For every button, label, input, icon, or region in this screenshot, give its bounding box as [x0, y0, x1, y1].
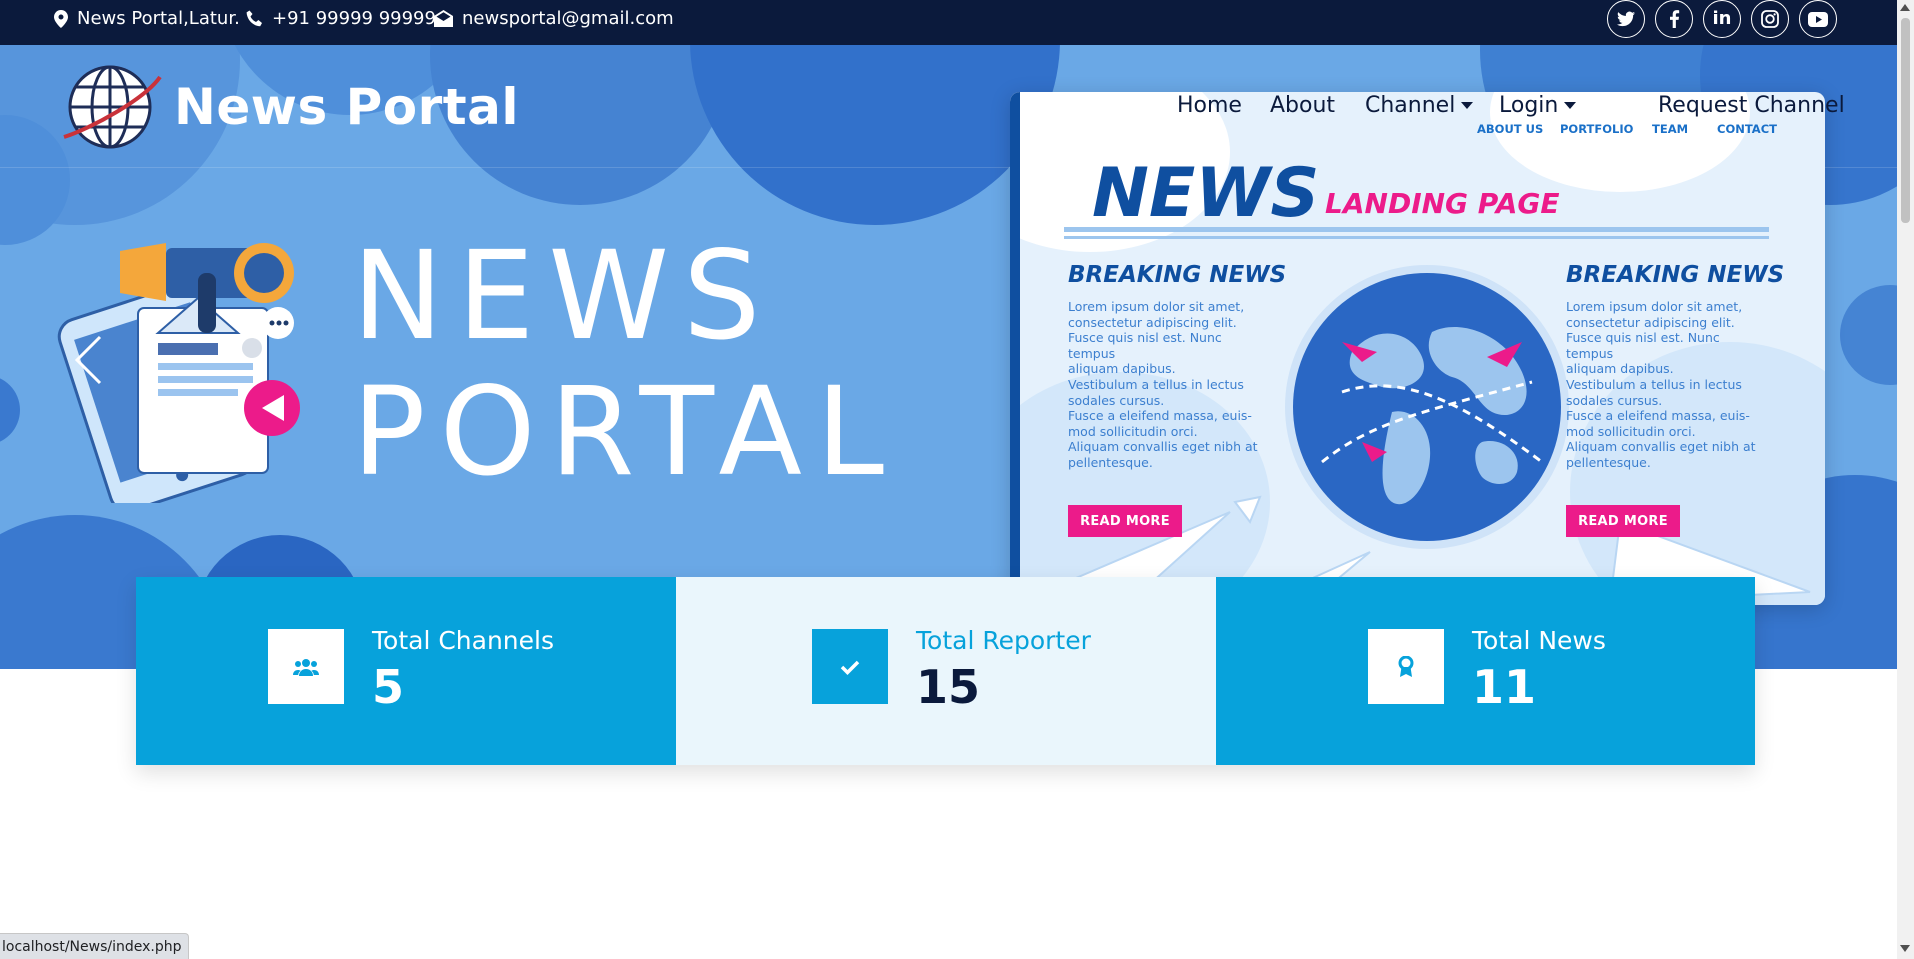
card-subtitle: LANDING PAGE — [1325, 187, 1560, 220]
subnav-contact[interactable]: CONTACT — [1717, 122, 1777, 136]
email-info: newsportal@gmail.com — [434, 8, 674, 29]
users-icon — [268, 629, 344, 704]
stat-total-news: Total News 11 — [1216, 577, 1755, 765]
check-icon — [812, 629, 888, 704]
chevron-down-icon — [1461, 102, 1474, 109]
hero-title-line1: NEWS — [352, 225, 775, 367]
brand-logo[interactable]: News Portal — [60, 59, 519, 155]
nav-home[interactable]: Home — [1177, 93, 1242, 118]
breaking-news-text-right: Lorem ipsum dolor sit amet, consectetur … — [1566, 299, 1756, 470]
scroll-up-arrow-icon[interactable] — [1900, 4, 1910, 11]
read-more-button-left[interactable]: READ MORE — [1068, 505, 1182, 537]
breaking-news-heading-right: BREAKING NEWS — [1566, 262, 1785, 288]
facebook-icon[interactable] — [1655, 0, 1693, 38]
subnav-portfolio[interactable]: PORTFOLIO — [1560, 122, 1633, 136]
subnav-team[interactable]: TEAM — [1652, 122, 1688, 136]
status-bar-url: localhost/News/index.php — [0, 933, 189, 959]
stat-value: 11 — [1472, 660, 1537, 714]
chevron-down-icon — [1564, 102, 1577, 109]
address-info: News Portal,Latur. — [54, 8, 240, 29]
card-rule — [1064, 236, 1769, 239]
stat-label: Total Reporter — [916, 626, 1091, 655]
top-bar: News Portal,Latur. +91 99999 99999 newsp… — [0, 0, 1897, 45]
nav-request-channel[interactable]: Request Channel — [1658, 93, 1845, 118]
address-text: News Portal,Latur. — [77, 8, 240, 29]
nav-about[interactable]: About — [1270, 93, 1335, 118]
decor-circle — [0, 375, 20, 445]
youtube-icon[interactable] — [1799, 0, 1837, 38]
decor-circle — [690, 45, 1060, 225]
phone-text: +91 99999 99999 — [272, 8, 436, 29]
instagram-icon[interactable] — [1751, 0, 1789, 38]
linkedin-icon[interactable]: in — [1703, 0, 1741, 38]
stat-total-channels: Total Channels 5 — [136, 577, 676, 765]
stat-total-reporter: Total Reporter 15 — [676, 577, 1216, 765]
vertical-scrollbar[interactable] — [1897, 0, 1914, 959]
stat-label: Total News — [1472, 626, 1606, 655]
map-pin-icon — [54, 9, 68, 28]
brand-title: News Portal — [174, 78, 520, 136]
stat-value: 5 — [372, 660, 405, 714]
stat-value: 15 — [916, 660, 981, 714]
breaking-news-heading-left: BREAKING NEWS — [1068, 262, 1287, 288]
award-icon — [1368, 629, 1444, 704]
hero-banner: News Portal NEWS PORTAL NEWS LANDING PAG… — [0, 45, 1897, 669]
envelope-open-icon — [434, 10, 453, 27]
decor-circle — [1840, 285, 1897, 385]
nav-channel-dropdown[interactable]: Channel — [1365, 93, 1474, 118]
card-rule — [1064, 227, 1769, 232]
nav-login-dropdown[interactable]: Login — [1499, 93, 1577, 118]
twitter-icon[interactable] — [1607, 0, 1645, 38]
scrollbar-thumb[interactable] — [1901, 18, 1910, 223]
phone-icon — [246, 10, 262, 27]
stats-bar: Total Channels 5 Total Reporter 15 Total… — [136, 577, 1755, 765]
stat-label: Total Channels — [372, 626, 554, 655]
read-more-button-right[interactable]: READ MORE — [1566, 505, 1680, 537]
subnav-about-us[interactable]: ABOUT US — [1477, 122, 1543, 136]
card-title: NEWS — [1092, 154, 1320, 233]
breaking-news-text-left: Lorem ipsum dolor sit amet, consectetur … — [1068, 299, 1258, 470]
hero-title-line2: PORTAL — [352, 361, 898, 503]
globe-logo-icon — [63, 65, 162, 149]
phone-info: +91 99999 99999 — [246, 8, 436, 29]
carousel-prev-arrow-icon[interactable] — [74, 335, 102, 385]
scroll-down-arrow-icon[interactable] — [1900, 945, 1910, 952]
news-landing-card: NEWS LANDING PAGE BREAKING NEWS Lorem ip… — [1010, 92, 1825, 605]
email-text: newsportal@gmail.com — [462, 8, 674, 29]
page: News Portal,Latur. +91 99999 99999 newsp… — [0, 0, 1914, 959]
